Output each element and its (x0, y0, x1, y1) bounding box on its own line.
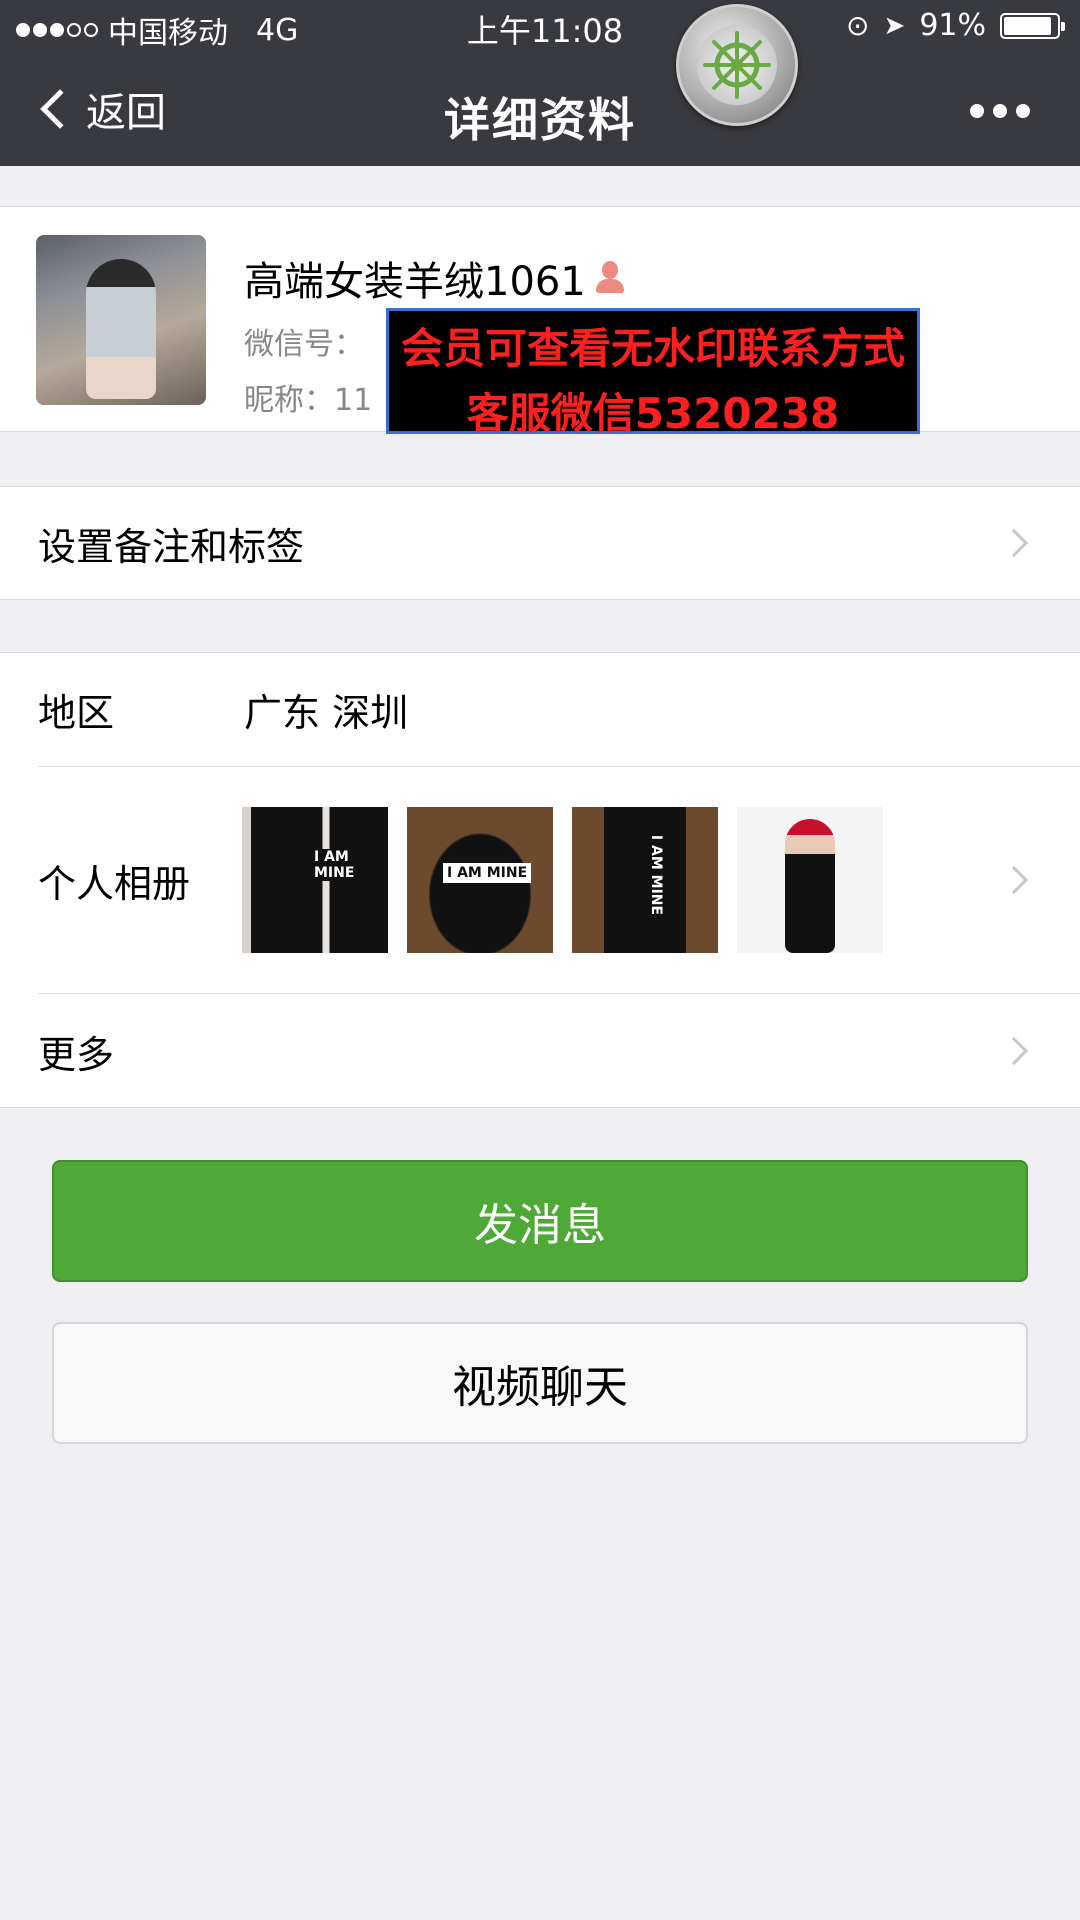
nickname-value: 11 (334, 383, 373, 418)
send-message-button[interactable]: 发消息 (52, 1160, 1028, 1282)
album-photo[interactable] (737, 807, 883, 953)
more-icon[interactable] (970, 104, 1030, 118)
remark-row[interactable]: 设置备注和标签 (0, 487, 1080, 599)
remark-label: 设置备注和标签 (38, 524, 305, 569)
top-bar: 中国移动 4G 上午11:08 ⊙ ➤ 91% 返回 详细资料 (0, 0, 1080, 166)
helm-icon (676, 4, 798, 126)
battery-percent: 91% (919, 8, 986, 43)
watermark-overlay: 会员可查看无水印联系方式 客服微信5320238 (386, 308, 920, 438)
profile-name: 高端女装羊绒1061 (244, 259, 586, 305)
region-label: 地区 (38, 690, 115, 735)
region-row: 地区 广东 深圳 (0, 653, 1080, 765)
more-row[interactable]: 更多 (0, 994, 1080, 1108)
nickname: 昵称：11 (244, 375, 372, 419)
nickname-label: 昵称： (244, 383, 334, 418)
battery-icon (1000, 12, 1065, 39)
nav-bar: 返回 详细资料 (0, 56, 1080, 166)
chevron-right-icon (999, 1036, 1029, 1066)
album-photo[interactable]: I AM MINE (407, 807, 553, 953)
album-photo[interactable]: I AM MINE (572, 807, 718, 953)
chevron-right-icon (999, 865, 1029, 895)
orientation-lock-icon: ⊙ (846, 9, 870, 42)
album-photo[interactable]: I AM MINE (242, 807, 388, 953)
location-icon: ➤ (883, 10, 906, 41)
chevron-right-icon (999, 528, 1029, 558)
avatar[interactable] (36, 235, 206, 405)
info-section: 地区 广东 深圳 个人相册 I AM MINE I AM MINE I AM M… (0, 652, 1080, 1108)
wechat-id-label: 微信号： (244, 327, 364, 362)
remark-section: 设置备注和标签 (0, 486, 1080, 600)
page-title: 详细资料 (444, 93, 636, 147)
video-chat-button[interactable]: 视频聊天 (52, 1322, 1028, 1444)
region-value: 广东 深圳 (244, 690, 409, 735)
wechat-id: 微信号： (244, 319, 364, 363)
album-label: 个人相册 (38, 861, 191, 906)
watermark-line1: 会员可查看无水印联系方式 (400, 324, 905, 373)
status-bar: 中国移动 4G 上午11:08 ⊙ ➤ 91% (0, 0, 1080, 52)
more-label: 更多 (38, 1032, 115, 1077)
female-icon (594, 261, 624, 295)
watermark-line2: 客服微信5320238 (466, 389, 840, 438)
album-photos: I AM MINE I AM MINE I AM MINE (242, 807, 883, 953)
